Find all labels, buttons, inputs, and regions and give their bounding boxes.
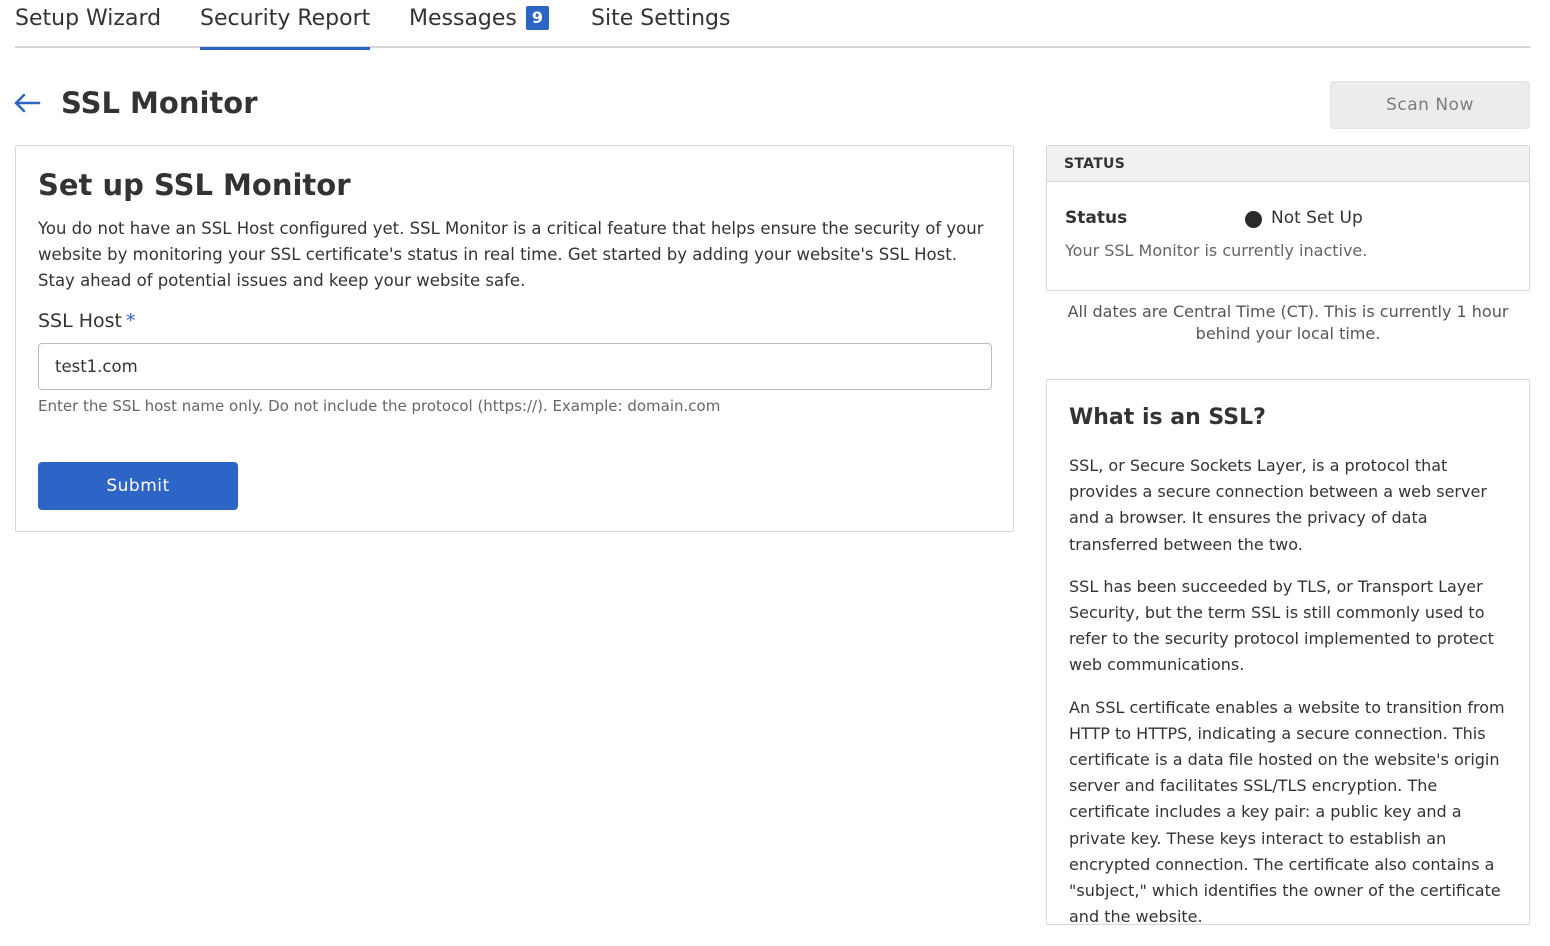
- info-paragraph: SSL, or Secure Sockets Layer, is a proto…: [1069, 456, 1487, 554]
- required-marker: *: [126, 310, 136, 332]
- timezone-note: All dates are Central Time (CT). This is…: [1067, 302, 1509, 343]
- setup-description: You do not have an SSL Host configured y…: [38, 219, 984, 290]
- ssl-host-label: SSL Host *: [38, 310, 136, 332]
- tab-setup-wizard-label: Setup Wizard: [15, 6, 162, 31]
- status-key: Status: [1065, 208, 1128, 228]
- status-value: Not Set Up: [1271, 208, 1363, 228]
- top-tabs: Setup Wizard Security Report Messages 9 S…: [15, 0, 1530, 50]
- info-title: What is an SSL?: [1069, 405, 1266, 430]
- page-title: SSL Monitor: [61, 86, 258, 120]
- tab-site-settings-label: Site Settings: [591, 6, 731, 31]
- submit-button[interactable]: Submit: [38, 462, 238, 510]
- ssl-host-input[interactable]: [38, 343, 992, 390]
- status-card: STATUS Status Not Set Up Your SSL Monito…: [1046, 145, 1530, 291]
- status-dot-icon: [1245, 211, 1262, 228]
- tab-messages[interactable]: Messages 9: [409, 6, 549, 48]
- ssl-host-label-text: SSL Host: [38, 310, 123, 332]
- status-heading: STATUS: [1047, 146, 1529, 182]
- info-paragraph: SSL has been succeeded by TLS, or Transp…: [1069, 576, 1494, 675]
- arrow-left-icon[interactable]: [12, 86, 42, 120]
- info-paragraph: An SSL certificate enables a website to …: [1069, 697, 1505, 927]
- setup-title: Set up SSL Monitor: [38, 168, 351, 202]
- tab-security-report-label: Security Report: [200, 6, 371, 31]
- tab-security-report[interactable]: Security Report: [200, 6, 371, 50]
- setup-card: Set up SSL Monitor You do not have an SS…: [15, 145, 1014, 532]
- scan-now-button[interactable]: Scan Now: [1330, 81, 1530, 129]
- tab-site-settings[interactable]: Site Settings: [591, 6, 730, 48]
- info-body: SSL, or Secure Sockets Layer, is a proto…: [1069, 453, 1513, 946]
- ssl-host-help: Enter the SSL host name only. Do not inc…: [38, 397, 721, 415]
- tab-messages-label: Messages: [409, 6, 517, 31]
- tab-setup-wizard[interactable]: Setup Wizard: [15, 6, 161, 48]
- status-note: Your SSL Monitor is currently inactive.: [1065, 241, 1368, 260]
- info-card: What is an SSL? SSL, or Secure Sockets L…: [1046, 379, 1530, 926]
- messages-count-badge: 9: [525, 6, 549, 30]
